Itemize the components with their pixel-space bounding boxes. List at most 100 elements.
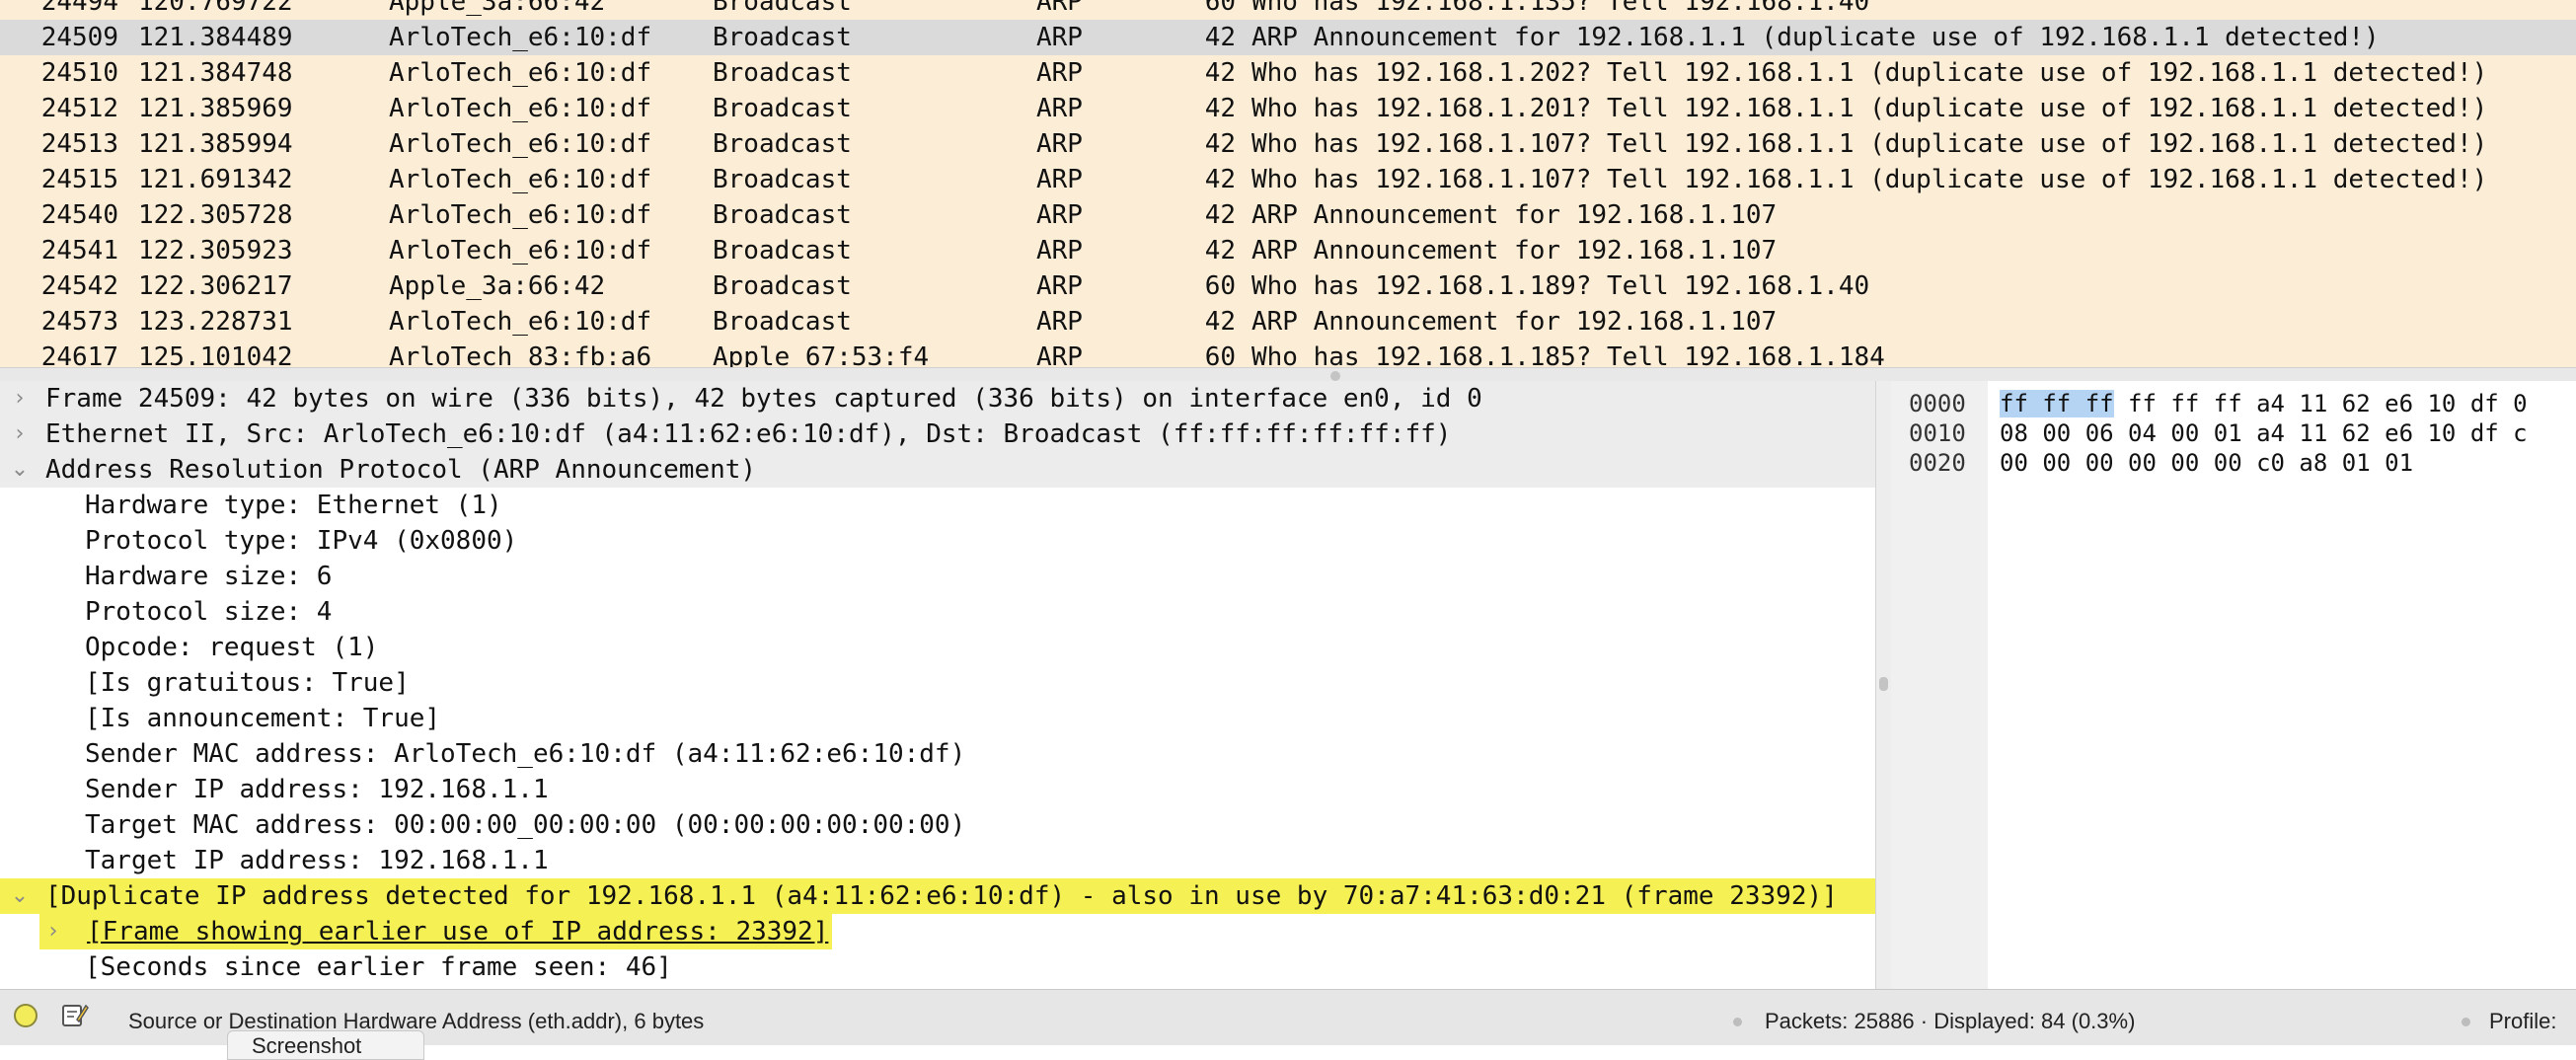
packet-time: 121.385994	[138, 129, 293, 159]
packet-source: ArloTech_e6:10:df	[389, 23, 652, 52]
detail-tree-item[interactable]: [Is announcement: True]	[0, 701, 1875, 736]
detail-tree-text: Ethernet II, Src: ArloTech_e6:10:df (a4:…	[45, 419, 1452, 449]
packet-number: 24617	[40, 342, 118, 367]
packet-info: Who has 192.168.1.202? Tell 192.168.1.1 …	[1251, 58, 2488, 88]
detail-tree-item[interactable]: Hardware type: Ethernet (1)	[0, 488, 1875, 523]
detail-tree-item[interactable]: Opcode: request (1)	[0, 630, 1875, 665]
detail-tree-item[interactable]: Target IP address: 192.168.1.1	[0, 843, 1875, 878]
packet-source: ArloTech_e6:10:df	[389, 94, 652, 123]
detail-tree-item[interactable]: › [Frame showing earlier use of IP addres…	[0, 914, 1875, 949]
packet-time: 121.691342	[138, 165, 293, 194]
packet-protocol: ARP	[1036, 0, 1083, 17]
packet-number: 24512	[40, 94, 118, 123]
packet-destination: Broadcast	[713, 94, 852, 123]
packet-info: ARP Announcement for 192.168.1.107	[1251, 307, 1778, 337]
packet-length: 60	[1204, 0, 1236, 17]
packet-length: 60	[1204, 342, 1236, 367]
expand-arrow-icon[interactable]: ›	[8, 381, 32, 416]
packet-destination: Broadcast	[713, 0, 852, 17]
detail-tree-text: Frame 24509: 42 bytes on wire (336 bits)…	[45, 384, 1482, 414]
packet-row[interactable]: 24617 125.101042 ArloTech_83:fb:a6 Apple_67…	[0, 340, 2576, 367]
detail-tree-item[interactable]: Protocol type: IPv4 (0x0800)	[0, 523, 1875, 559]
packet-destination: Broadcast	[713, 58, 852, 88]
packet-row[interactable]: 24494 120.769722 Apple_3a:66:42 Broadcast AR…	[0, 0, 2576, 20]
packet-destination: Broadcast	[713, 23, 852, 52]
packet-time: 122.306217	[138, 271, 293, 301]
packet-row[interactable]: 24515 121.691342 ArloTech_e6:10:df Broadcas…	[0, 162, 2576, 197]
detail-tree-item[interactable]: [Seconds since earlier frame seen: 46]	[0, 949, 1875, 985]
detail-tree-text: Opcode: request (1)	[85, 633, 379, 662]
packet-destination: Apple_67:53:f4	[713, 342, 930, 367]
packet-row[interactable]: 24542 122.306217 Apple_3a:66:42 Broadcast AR…	[0, 268, 2576, 304]
packet-time: 121.384489	[138, 23, 293, 52]
selected-bytes[interactable]: ff ff ff	[2000, 390, 2114, 417]
detail-tree-item[interactable]: Target MAC address: 00:00:00_00:00:00 (0…	[0, 807, 1875, 843]
expand-arrow-icon[interactable]: ›	[8, 416, 32, 452]
detail-tree-item[interactable]: Protocol size: 4	[0, 594, 1875, 630]
detail-tree-text: Protocol size: 4	[85, 597, 333, 627]
packet-info: ARP Announcement for 192.168.1.107	[1251, 236, 1778, 265]
detail-tree-item[interactable]: › Ethernet II, Src: ArloTech_e6:10:df (a4…	[0, 416, 1875, 452]
packet-source: ArloTech_e6:10:df	[389, 236, 652, 265]
detail-tree-text: Protocol type: IPv4 (0x0800)	[85, 526, 518, 556]
packet-row[interactable]: 24512 121.385969 ArloTech_e6:10:df Broadcas…	[0, 91, 2576, 126]
detail-tree-item[interactable]: ⌄ Address Resolution Protocol (ARP Announ…	[0, 452, 1875, 488]
packet-source: ArloTech_e6:10:df	[389, 200, 652, 230]
byte-hex-line[interactable]: 00 00 00 00 00 00 c0 a8 01 01	[2000, 448, 2413, 478]
detail-tree-text: [Seconds since earlier frame seen: 46]	[85, 952, 672, 982]
packet-row[interactable]: 24540 122.305728 ArloTech_e6:10:df Broadcas…	[0, 197, 2576, 233]
packet-number: 24513	[40, 129, 118, 159]
detail-tree-item[interactable]: › Frame 24509: 42 bytes on wire (336 bits…	[0, 381, 1875, 416]
detail-tree-item[interactable]: Hardware size: 6	[0, 559, 1875, 594]
detail-tree-text: Target MAC address: 00:00:00_00:00:00 (0…	[85, 810, 966, 840]
packet-info: Who has 192.168.1.107? Tell 192.168.1.1 …	[1251, 129, 2488, 159]
collapse-arrow-icon[interactable]: ⌄	[8, 878, 32, 914]
packet-source: ArloTech_e6:10:df	[389, 58, 652, 88]
detail-tree-item[interactable]: Sender IP address: 192.168.1.1	[0, 772, 1875, 807]
byte-offset: 0020	[1909, 449, 1966, 477]
detail-tree-item[interactable]: [Is gratuitous: True]	[0, 665, 1875, 701]
detail-tree-text: [Is announcement: True]	[85, 704, 441, 733]
packet-row[interactable]: 24510 121.384748 ArloTech_e6:10:df Broadcas…	[0, 55, 2576, 91]
detail-tree-text: Address Resolution Protocol (ARP Announc…	[45, 455, 757, 485]
expand-arrow-icon[interactable]: ›	[41, 914, 65, 949]
byte-hex-values: 08 00 06 04 00 01 a4 11 62 e6 10 df c	[2000, 419, 2528, 447]
packet-info: Who has 192.168.1.189? Tell 192.168.1.40	[1251, 271, 1870, 301]
packet-length: 42	[1204, 165, 1236, 194]
packet-row[interactable]: 24541 122.305923 ArloTech_e6:10:df Broadcas…	[0, 233, 2576, 268]
packet-length: 42	[1204, 129, 1236, 159]
packet-row[interactable]: 24573 123.228731 ArloTech_e6:10:df Broadcas…	[0, 304, 2576, 340]
packet-row[interactable]: 24509 121.384489 ArloTech_e6:10:df Broadcas…	[0, 20, 2576, 55]
packet-time: 122.305923	[138, 236, 293, 265]
splitter-grip-icon	[1330, 371, 1340, 381]
packet-details-pane[interactable]: › Frame 24509: 42 bytes on wire (336 bits…	[0, 381, 1875, 989]
detail-tree-text: Sender IP address: 192.168.1.1	[85, 775, 549, 804]
detail-tree-item[interactable]: Sender MAC address: ArloTech_e6:10:df (a…	[0, 736, 1875, 772]
byte-hex-line[interactable]: 08 00 06 04 00 01 a4 11 62 e6 10 df c	[2000, 418, 2528, 448]
packet-length: 60	[1204, 271, 1236, 301]
packet-length: 42	[1204, 307, 1236, 337]
packet-destination: Broadcast	[713, 200, 852, 230]
packet-length: 42	[1204, 94, 1236, 123]
packet-rows: 24494 120.769722 Apple_3a:66:42 Broadcast AR…	[0, 0, 2576, 367]
packet-length: 42	[1204, 200, 1236, 230]
packet-row[interactable]: 24513 121.385994 ArloTech_e6:10:df Broadcas…	[0, 126, 2576, 162]
screenshot-tab[interactable]: Screenshot	[227, 1030, 424, 1060]
packet-protocol: ARP	[1036, 236, 1083, 265]
collapse-arrow-icon[interactable]: ⌄	[8, 452, 32, 488]
packet-list[interactable]: 24494 120.769722 Apple_3a:66:42 Broadcast AR…	[0, 0, 2576, 367]
detail-tree-item[interactable]: ⌄ [Duplicate IP address detected for 192.…	[0, 878, 1875, 914]
packet-destination: Broadcast	[713, 129, 852, 159]
byte-hex-line[interactable]: ff ff ff ff ff ff a4 11 62 e6 10 df 0	[2000, 389, 2528, 418]
splitter-grip-icon	[1879, 677, 1888, 691]
edit-comment-icon[interactable]	[59, 1000, 89, 1029]
packet-protocol: ARP	[1036, 271, 1083, 301]
packet-info: Who has 192.168.1.201? Tell 192.168.1.1 …	[1251, 94, 2488, 123]
packet-source: ArloTech_e6:10:df	[389, 129, 652, 159]
packet-number: 24540	[40, 200, 118, 230]
packet-protocol: ARP	[1036, 165, 1083, 194]
packet-protocol: ARP	[1036, 200, 1083, 230]
expert-info-status-icon[interactable]	[14, 1004, 38, 1027]
packet-bytes-pane[interactable]: 0000 ff ff ff ff ff ff a4 11 62 e6 10 df …	[1891, 381, 2576, 989]
profile-status[interactable]: Profile:	[2489, 990, 2556, 1053]
